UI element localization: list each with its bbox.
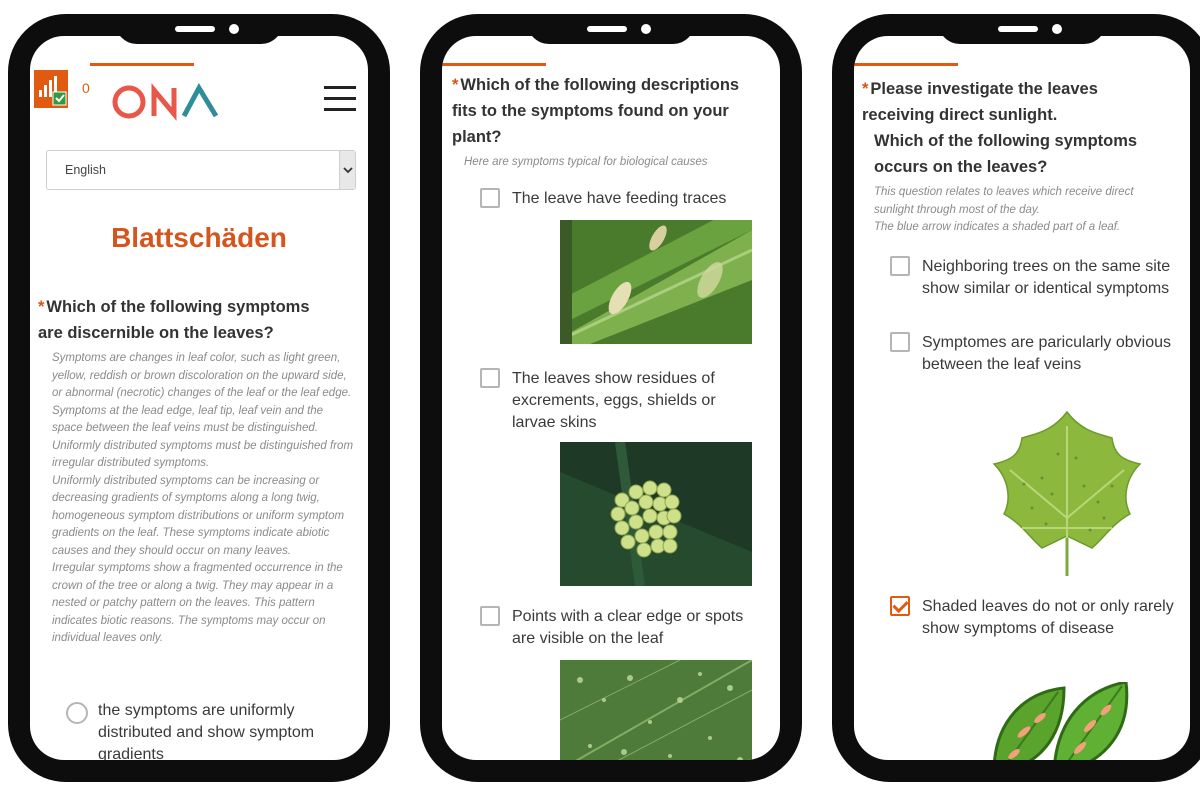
phone-frame-2: * Which of the following descriptions fit… xyxy=(420,14,802,782)
question-title-line-1: Please investigate the leaves receiving … xyxy=(862,80,1098,124)
language-select-value: English xyxy=(65,163,106,177)
required-mark: * xyxy=(452,76,459,94)
question-hint: Symptoms are changes in leaf color, such… xyxy=(52,352,354,644)
progress-badge-icon[interactable] xyxy=(34,70,68,108)
phone-screen-2: * Which of the following descriptions fit… xyxy=(442,36,780,760)
question-title: * Which of the following descriptions fit… xyxy=(452,72,752,150)
phone-notch xyxy=(938,14,1106,44)
insect-eggs-photo xyxy=(560,441,752,587)
checkbox[interactable] xyxy=(480,368,500,388)
checkbox[interactable] xyxy=(890,256,910,276)
language-select[interactable]: English xyxy=(46,150,356,190)
option-label[interactable]: Neighboring trees on the same site show … xyxy=(922,256,1174,300)
phone-notch xyxy=(115,14,283,44)
question-hint: Here are symptoms typical for biological… xyxy=(464,156,708,168)
checkbox[interactable] xyxy=(480,606,500,626)
progress-accent-line xyxy=(442,63,546,66)
option-label[interactable]: Shaded leaves do not or only rarely show… xyxy=(922,596,1174,640)
required-mark: * xyxy=(862,80,869,98)
radio-button[interactable] xyxy=(66,702,88,724)
question-hint: This question relates to leaves which re… xyxy=(874,186,1134,233)
option-label[interactable]: Points with a clear edge or spots are vi… xyxy=(512,606,752,650)
leaf-spots-photo xyxy=(559,659,753,760)
progress-accent-line xyxy=(854,63,958,66)
ona-logo xyxy=(112,82,222,127)
phone-screen-3: * Please investigate the leaves receiving… xyxy=(854,36,1190,760)
phone-frame-1: 0 English Blattschäden * Which of the fol… xyxy=(8,14,390,782)
question-title-line-2: Which of the following symptoms occurs o… xyxy=(874,132,1138,176)
spotted-leaves-illustration xyxy=(984,680,1154,760)
checkbox[interactable] xyxy=(480,188,500,208)
phone-frame-3: * Please investigate the leaves receiving… xyxy=(832,14,1200,782)
chevron-down-icon[interactable] xyxy=(339,151,355,189)
phone-notch xyxy=(527,14,695,44)
required-mark: * xyxy=(38,298,45,316)
hamburger-menu-icon[interactable] xyxy=(324,84,356,112)
option-label[interactable]: The leaves show residues of excrements, … xyxy=(512,368,752,434)
question-title-text: Which of the following symptoms are disc… xyxy=(38,298,310,342)
progress-accent-line xyxy=(90,63,194,66)
page-title: Blattschäden xyxy=(111,222,287,253)
progress-count: 0 xyxy=(82,80,90,96)
tulip-tree-leaf-illustration xyxy=(972,398,1162,578)
radio-option-label: the symptoms are uniformly distributed a… xyxy=(98,702,315,760)
leaf-feeding-traces-photo xyxy=(550,200,753,344)
checkbox[interactable] xyxy=(890,332,910,352)
question-title: * Please investigate the leaves receiving… xyxy=(862,76,1162,180)
option-label[interactable]: The leave have feeding traces xyxy=(512,188,772,210)
question-title-text: Which of the following descriptions fits… xyxy=(452,76,740,146)
phone-screen-1: 0 English Blattschäden * Which of the fol… xyxy=(30,36,368,760)
question-title: * Which of the following symptoms are dis… xyxy=(38,294,328,346)
option-label[interactable]: Symptomes are paricularly obvious betwee… xyxy=(922,332,1174,376)
checkbox-checked[interactable] xyxy=(890,596,910,616)
